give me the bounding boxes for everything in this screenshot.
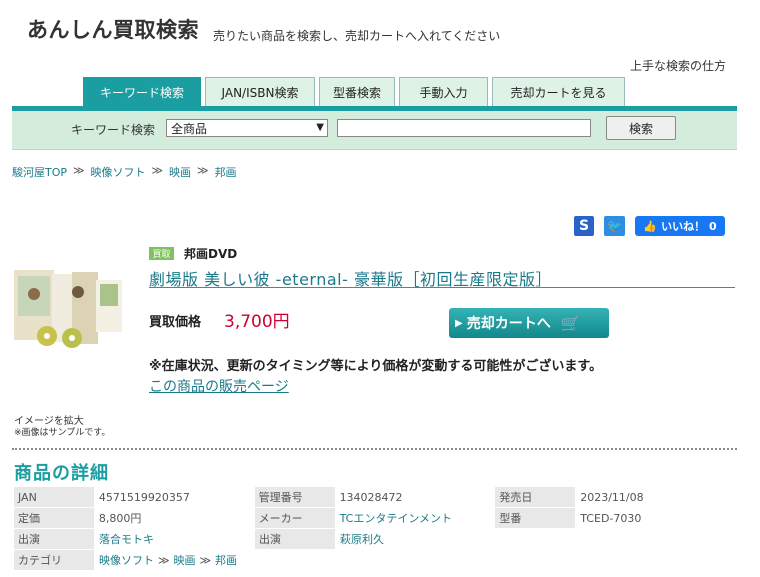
- category-path: 映像ソフト ≫ 映画 ≫ 邦画: [97, 550, 397, 570]
- cart-button-label: 売却カートへ: [466, 316, 551, 332]
- maker-link[interactable]: TCエンタテインメント: [338, 508, 496, 528]
- table-row: JAN 4571519920357 管理番号 134028472 発売日 202…: [14, 487, 736, 508]
- breadcrumb: 駿河屋TOP ≫ 映像ソフト ≫ 映画 ≫ 邦画: [12, 164, 237, 180]
- site-subtitle: 売りたい商品を検索し、売却カートへ入れてください: [213, 29, 501, 43]
- add-to-sell-cart-button[interactable]: ▶ 売却カートへ 🛒: [449, 308, 609, 338]
- category-link-movie[interactable]: 映画: [174, 552, 196, 568]
- category-separator: ≫: [158, 553, 170, 567]
- twitter-icon[interactable]: 🐦: [604, 216, 625, 236]
- table-row: カテゴリ 映像ソフト ≫ 映画 ≫ 邦画: [14, 550, 736, 571]
- like-label: いいね！ 0: [661, 220, 717, 233]
- category-separator: ≫: [199, 553, 212, 567]
- share-s-icon[interactable]: S: [574, 216, 594, 236]
- price-change-notice: ※在庫状況、更新のタイミング等により価格が変動する可能性がございます。: [149, 359, 603, 374]
- thumbs-up-icon: 👍: [643, 219, 658, 233]
- table-row: 出演 落合モトキ 出演 萩原利久: [14, 529, 736, 550]
- tab-view-sell-cart[interactable]: 売却カートを見る: [492, 77, 625, 106]
- product-sale-page-link[interactable]: この商品の販売ページ: [149, 376, 289, 396]
- buy-price-label: 買取価格: [149, 315, 202, 330]
- detail-label: メーカー: [254, 508, 335, 528]
- chevron-down-icon: ▼: [316, 122, 324, 133]
- product-image[interactable]: [14, 266, 124, 352]
- image-sample-note: ※画像はサンプルです。: [14, 428, 111, 438]
- detail-label: 発売日: [495, 487, 576, 507]
- details-heading: 商品の詳細: [14, 463, 109, 484]
- site-title: あんしん買取検索: [27, 18, 199, 42]
- product-genre: 邦画DVD: [184, 247, 238, 261]
- tab-manual-input[interactable]: 手動入力: [399, 77, 488, 106]
- category-link-japanese-film[interactable]: 邦画: [215, 552, 237, 568]
- detail-value: TCED-7030: [580, 511, 642, 525]
- tab-jan-isbn-search[interactable]: JAN/ISBN検索: [205, 77, 315, 106]
- detail-label: 出演: [255, 529, 335, 549]
- search-button[interactable]: 検索: [606, 116, 676, 140]
- detail-value: 134028472: [339, 490, 403, 504]
- breadcrumb-separator: ≫: [197, 164, 209, 177]
- detail-label: 型番: [495, 508, 576, 528]
- category-link-video-software[interactable]: 映像ソフト: [99, 552, 154, 568]
- details-table: JAN 4571519920357 管理番号 134028472 発売日 202…: [14, 487, 736, 571]
- search-tabs: キーワード検索 JAN/ISBN検索 型番検索 手動入力 売却カートを見る: [83, 77, 625, 106]
- breadcrumb-item-top[interactable]: 駿河屋TOP: [12, 164, 67, 180]
- detail-label: 定価: [14, 508, 94, 528]
- search-howto-link[interactable]: 上手な検索の仕方: [630, 57, 726, 74]
- category-select[interactable]: 全商品 ▼: [166, 119, 328, 137]
- detail-label: 出演: [14, 529, 94, 549]
- play-arrow-icon: ▶: [455, 317, 463, 329]
- breadcrumb-item-japanese-film[interactable]: 邦画: [215, 164, 237, 180]
- detail-value: 2023/11/08: [580, 490, 644, 504]
- title-underline: [149, 287, 735, 288]
- tab-keyword-search[interactable]: キーワード検索: [83, 77, 201, 106]
- cast-link[interactable]: 落合モトキ: [97, 529, 255, 549]
- breadcrumb-item-video-software[interactable]: 映像ソフト: [91, 164, 146, 180]
- detail-label: カテゴリ: [14, 550, 94, 570]
- table-row: 定価 8,800円 メーカー TCエンタテインメント 型番 TCED-7030: [14, 508, 736, 529]
- section-divider: [12, 448, 737, 450]
- shopping-cart-icon: 🛒: [560, 313, 581, 333]
- detail-value: 8,800円: [98, 512, 142, 525]
- tab-model-search[interactable]: 型番検索: [319, 77, 395, 106]
- detail-value: 4571519920357: [98, 490, 190, 504]
- cast-link[interactable]: 萩原利久: [338, 529, 496, 549]
- facebook-like-button[interactable]: 👍 いいね！ 0: [635, 216, 725, 236]
- breadcrumb-separator: ≫: [151, 164, 164, 177]
- keyword-search-label: キーワード検索: [71, 123, 156, 137]
- keyword-input[interactable]: [337, 119, 591, 137]
- detail-label: 管理番号: [254, 487, 335, 507]
- detail-label: JAN: [14, 487, 94, 507]
- buy-price: 3,700円: [224, 312, 290, 332]
- category-select-value: 全商品: [171, 121, 208, 136]
- buy-badge: 買取: [149, 247, 174, 260]
- breadcrumb-separator: ≫: [73, 164, 85, 177]
- breadcrumb-item-movie[interactable]: 映画: [169, 164, 191, 180]
